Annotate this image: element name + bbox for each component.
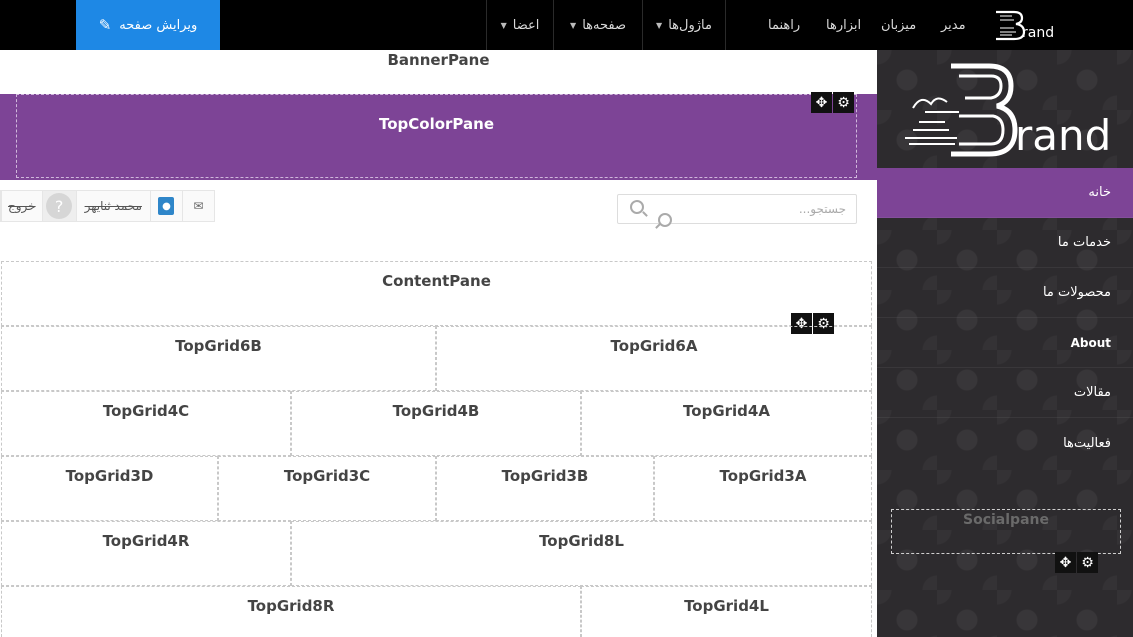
grid-pane-3c: TopGrid3C [218,456,436,521]
grid-pane-title: TopGrid3C [283,467,371,485]
username-cell: محمد ثنایهر [75,191,150,221]
admin-topbar: ویرایش صفحه ✎ اعضا ▼ صفحه‌ها ▼ ماژول‌ها … [0,0,1133,50]
nav-label: About [1070,335,1111,350]
logout-cell: خروج [1,191,42,221]
caret-down-icon: ▼ [500,20,507,30]
search-box [617,194,857,224]
grid-pane-title: TopGrid3A [719,467,807,485]
nav-label: محصولات ما [1042,285,1111,300]
nav-item-activities[interactable]: فعالیت‌ها [877,418,1133,468]
top-color-pane-tools: ✥ ⚙ [811,92,854,113]
avatar-icon: ? [46,193,73,219]
nav-label: خدمات ما [1057,235,1111,250]
admin-logo[interactable]: rand [992,8,1056,42]
nav-label: فعالیت‌ها [1063,435,1111,451]
menu-members[interactable]: اعضا ▼ [487,0,553,50]
edit-page-button[interactable]: ویرایش صفحه ✎ [76,0,220,50]
edit-page-label: ویرایش صفحه [119,17,198,33]
nav-item-services[interactable]: خدمات ما [877,218,1133,268]
grid-pane-4b: TopGrid4B [291,391,581,456]
search-input[interactable] [656,195,856,223]
nav-label: خانه [1088,185,1111,200]
menu-tools[interactable]: ابزارها [826,0,861,50]
top-color-pane: TopColorPane [0,94,877,180]
caret-down-icon: ▼ [656,20,663,30]
menu-admin[interactable]: مدیر [941,0,966,50]
notification-icon: ● [158,197,175,215]
nav-item-about[interactable]: About [877,318,1133,368]
grid-pane-4c: TopGrid4C [1,391,291,456]
banner-pane-title: BannerPane [387,51,490,69]
caret-down-icon: ▼ [570,20,577,30]
search-icon [630,200,644,214]
menu-divider [725,0,726,50]
grid-pane-title: TopGrid3B [501,467,589,485]
menu-pages-label: صفحه‌ها [582,17,626,33]
grid-pane-title: TopGrid4A [683,402,770,420]
grid-pane-6a: TopGrid6A [436,326,872,391]
menu-pages[interactable]: صفحه‌ها ▼ [554,0,642,50]
gear-icon[interactable]: ⚙ [1077,552,1098,573]
grid-pane-title: TopGrid4B [392,402,480,420]
logout-link[interactable]: خروج [2,199,42,213]
grid-pane-4a: TopGrid4A [581,391,872,456]
move-icon[interactable]: ✥ [1055,552,1076,573]
grid-pane-3d: TopGrid3D [1,456,218,521]
grid-pane-title: TopGrid8L [539,532,624,550]
move-icon[interactable]: ✥ [811,92,832,113]
grid-pane-4l: TopGrid4L [581,586,872,637]
gear-icon[interactable]: ⚙ [833,92,854,113]
grid-pane-title: TopGrid4L [684,597,769,615]
grid-pane-title: TopGrid3D [65,467,154,485]
grid-pane-title: TopGrid6A [610,337,698,355]
grid-pane-8r: TopGrid8R [1,586,581,637]
grid-pane-8l: TopGrid8L [291,521,872,586]
menu-members-label: اعضا [512,17,540,33]
grid-pane-title: TopGrid8R [247,597,335,615]
envelope-icon: ✉ [193,199,204,213]
nav-item-articles[interactable]: مقالات [877,368,1133,418]
grid-pane-title: TopGrid4C [102,402,190,420]
nav-label: مقالات [1073,385,1111,400]
grid-pane-3b: TopGrid3B [436,456,654,521]
notifications-button[interactable]: ● [149,191,182,221]
sidebar: rand خانه خدمات ما محصولات ما About مقال… [877,50,1133,637]
socialpane-title: Socialpane [963,512,1049,528]
content-pane: ContentPane [1,261,872,326]
socialpane-tools: ✥ ⚙ [1055,552,1098,573]
username-link[interactable]: محمد ثنایهر [77,199,150,213]
search-button-icon[interactable] [658,213,672,227]
content-pane-title: ContentPane [382,272,491,290]
page: ویرایش صفحه ✎ اعضا ▼ صفحه‌ها ▼ ماژول‌ها … [0,0,1133,637]
site-logo[interactable]: rand [899,60,1113,160]
grid-pane-title: TopGrid4R [102,532,190,550]
banner-pane: BannerPane [0,50,877,94]
menu-modules-label: ماژول‌ها [668,17,712,33]
menu-modules[interactable]: ماژول‌ها ▼ [643,0,725,50]
site-logo-text: rand [1015,111,1111,160]
admin-logo-text: rand [1022,25,1054,41]
menu-help[interactable]: راهنما [768,0,800,50]
menu-host[interactable]: میزبان [881,0,916,50]
avatar[interactable]: ? [41,191,76,221]
nav-item-home[interactable]: خانه [877,168,1133,218]
grid-pane-title: TopGrid6B [175,337,262,355]
pencil-icon: ✎ [98,16,112,34]
socialpane[interactable]: Socialpane [891,509,1121,554]
grid-pane-6b: TopGrid6B [1,326,436,391]
grid-pane-4r: TopGrid4R [1,521,291,586]
top-color-pane-title: TopColorPane [16,94,857,178]
messages-button[interactable]: ✉ [181,191,214,221]
user-bar: خروج ? محمد ثنایهر ● ✉ [0,190,215,222]
nav-item-products[interactable]: محصولات ما [877,268,1133,318]
grid-pane-3a: TopGrid3A [654,456,872,521]
